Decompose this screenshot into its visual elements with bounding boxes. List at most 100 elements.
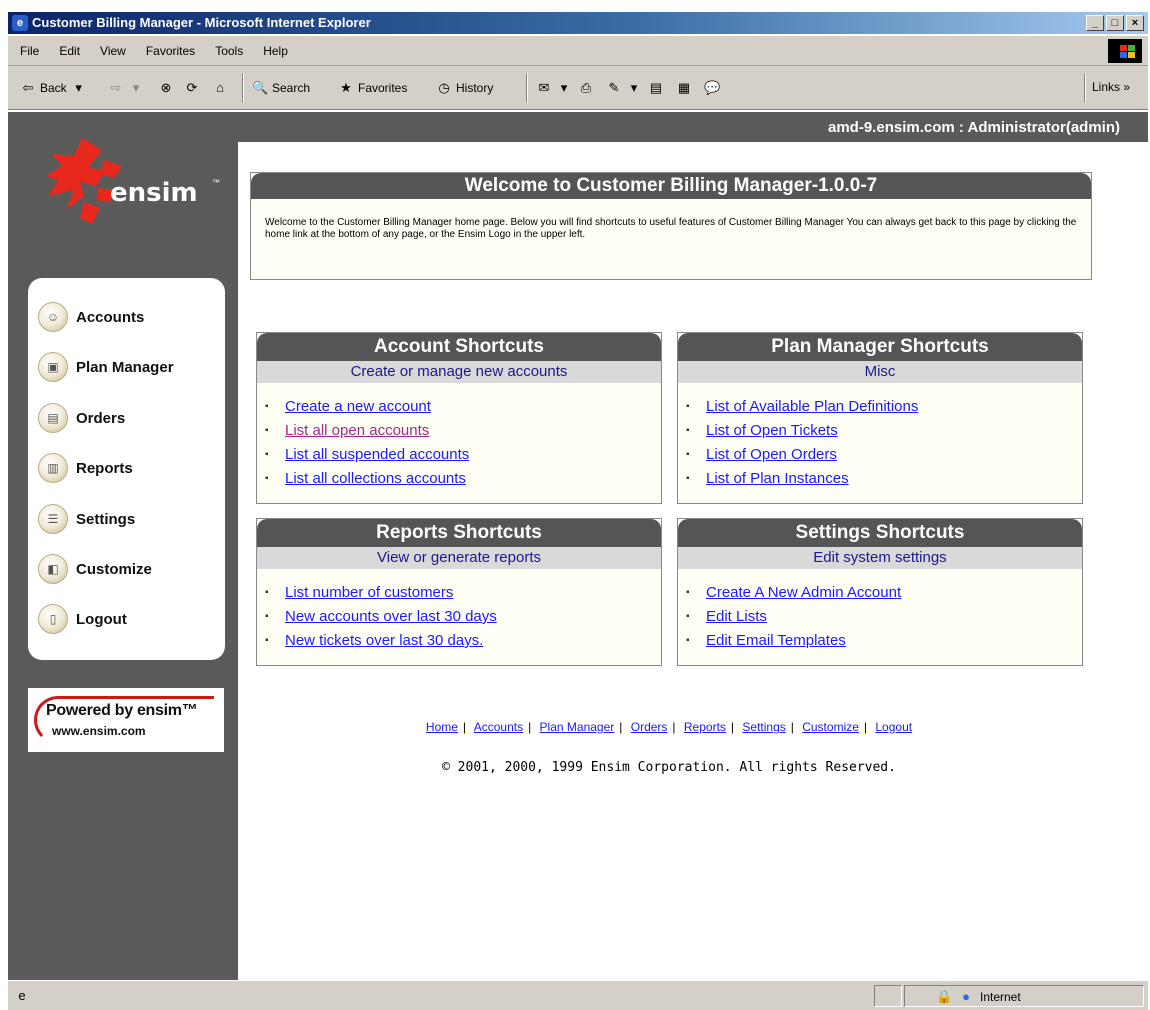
reports-icon: ▥ bbox=[38, 453, 68, 483]
history-label: History bbox=[456, 81, 494, 95]
list-item: ▪ List all collections accounts bbox=[265, 467, 661, 491]
favorites-button[interactable]: ★ Favorites bbox=[338, 80, 407, 96]
nav-item-accounts[interactable]: ☺ Accounts bbox=[38, 298, 144, 336]
bullet: ▪ bbox=[686, 449, 690, 460]
close-button[interactable]: × bbox=[1126, 15, 1144, 31]
favorites-label: Favorites bbox=[358, 81, 408, 95]
nav-label: Settings bbox=[76, 510, 136, 528]
footer-separator: | bbox=[790, 720, 794, 734]
related-button[interactable]: ▦ bbox=[676, 80, 692, 96]
powered-line2: www.ensim.com bbox=[52, 724, 146, 738]
box-title: Account Shortcuts bbox=[257, 333, 661, 361]
link-create-admin-account[interactable]: Create A New Admin Account bbox=[706, 581, 901, 605]
link-number-of-customers[interactable]: List number of customers bbox=[285, 581, 453, 605]
link-plan-definitions[interactable]: List of Available Plan Definitions bbox=[706, 395, 918, 419]
list-item: ▪ List of Open Tickets bbox=[686, 419, 1082, 443]
link-list-collections-accounts[interactable]: List all collections accounts bbox=[285, 467, 466, 491]
nav-item-logout[interactable]: ▯ Logout bbox=[38, 600, 127, 638]
footer-link-home[interactable]: Home bbox=[426, 720, 458, 734]
discuss-button[interactable]: ▤ bbox=[648, 80, 664, 96]
link-list-suspended-accounts[interactable]: List all suspended accounts bbox=[285, 443, 469, 467]
toolbar-separator bbox=[526, 74, 528, 102]
print-button[interactable]: ⎙ bbox=[578, 80, 594, 96]
settings-shortcuts-box: Settings Shortcuts Edit system settings … bbox=[677, 518, 1083, 666]
search-button[interactable]: 🔍 Search bbox=[252, 80, 310, 96]
link-list-open-accounts[interactable]: List all open accounts bbox=[285, 419, 429, 443]
list-item: ▪ Create A New Admin Account bbox=[686, 581, 1082, 605]
refresh-button[interactable]: ⟳ bbox=[184, 80, 200, 96]
plan-manager-shortcuts-box: Plan Manager Shortcuts Misc ▪ List of Ava… bbox=[677, 332, 1083, 504]
back-button[interactable]: ⇦ Back ▾ bbox=[20, 80, 87, 96]
settings-icon: ☰ bbox=[38, 504, 68, 534]
links-button[interactable]: Links » bbox=[1092, 80, 1130, 94]
plan-manager-icon: ▣ bbox=[38, 352, 68, 382]
dropdown-icon: ▾ bbox=[75, 80, 82, 95]
home-icon: ⌂ bbox=[216, 80, 224, 95]
history-button[interactable]: ◷ History bbox=[436, 80, 493, 96]
maximize-button[interactable]: □ bbox=[1106, 15, 1124, 31]
link-new-accounts-30-days[interactable]: New accounts over last 30 days bbox=[285, 605, 497, 629]
nav-item-plan-manager[interactable]: ▣ Plan Manager bbox=[38, 348, 174, 386]
link-create-account[interactable]: Create a new account bbox=[285, 395, 431, 419]
link-open-tickets[interactable]: List of Open Tickets bbox=[706, 419, 838, 443]
link-edit-lists[interactable]: Edit Lists bbox=[706, 605, 767, 629]
link-edit-email-templates[interactable]: Edit Email Templates bbox=[706, 629, 846, 653]
list-item: ▪ New accounts over last 30 days bbox=[265, 605, 661, 629]
menu-file[interactable]: File bbox=[20, 44, 39, 58]
nav-item-orders[interactable]: ▤ Orders bbox=[38, 399, 125, 437]
history-icon: ◷ bbox=[438, 80, 450, 95]
powered-by-ensim[interactable]: Powered by ensim™ www.ensim.com bbox=[28, 688, 224, 752]
windows-logo-icon bbox=[1108, 39, 1142, 63]
footer-link-plan-manager[interactable]: Plan Manager bbox=[540, 720, 615, 734]
home-button[interactable]: ⌂ bbox=[212, 80, 228, 96]
welcome-box: Welcome to Customer Billing Manager-1.0.… bbox=[250, 172, 1092, 280]
edit-button[interactable]: ✎ ▾ bbox=[606, 80, 642, 96]
menu-favorites[interactable]: Favorites bbox=[146, 44, 195, 58]
bullet: ▪ bbox=[686, 635, 690, 646]
ie-icon: e bbox=[12, 15, 28, 31]
link-plan-instances[interactable]: List of Plan Instances bbox=[706, 467, 849, 491]
status-cell bbox=[874, 985, 902, 1007]
nav-label: Orders bbox=[76, 409, 126, 427]
footer-link-accounts[interactable]: Accounts bbox=[474, 720, 523, 734]
bullet: ▪ bbox=[686, 587, 690, 598]
nav-item-customize[interactable]: ◧ Customize bbox=[38, 550, 152, 588]
footer-link-logout[interactable]: Logout bbox=[875, 720, 912, 734]
browser-toolbar: ⇦ Back ▾ ⇨ ▾ ⊗ ⟳ ⌂ 🔍 Search ★ Favorites … bbox=[8, 66, 1148, 110]
menu-edit[interactable]: Edit bbox=[59, 44, 80, 58]
status-bar: e 🔒 ● Internet bbox=[8, 980, 1148, 1010]
nav-item-settings[interactable]: ☰ Settings bbox=[38, 500, 135, 538]
top-band: amd-9.ensim.com : Administrator(admin) bbox=[238, 112, 1148, 142]
footer-separator: | bbox=[863, 720, 868, 734]
accounts-icon: ☺ bbox=[38, 302, 68, 332]
mail-button[interactable]: ✉ ▾ bbox=[536, 80, 572, 96]
minimize-button[interactable]: _ bbox=[1086, 15, 1104, 31]
footer-link-reports[interactable]: Reports bbox=[684, 720, 726, 734]
footer-link-customize[interactable]: Customize bbox=[802, 720, 859, 734]
toolbar-separator bbox=[242, 74, 244, 102]
menu-view[interactable]: View bbox=[100, 44, 126, 58]
link-new-tickets-30-days[interactable]: New tickets over last 30 days. bbox=[285, 629, 483, 653]
footer-link-orders[interactable]: Orders bbox=[631, 720, 668, 734]
menu-help[interactable]: Help bbox=[263, 44, 288, 58]
reports-shortcuts-box: Reports Shortcuts View or generate repor… bbox=[256, 518, 662, 666]
messenger-button[interactable]: 💬 bbox=[704, 80, 720, 96]
stop-button[interactable]: ⊗ bbox=[158, 80, 174, 96]
menu-tools[interactable]: Tools bbox=[215, 44, 243, 58]
footer-separator: | bbox=[730, 720, 735, 734]
bullet: ▪ bbox=[686, 611, 690, 622]
nav-item-reports[interactable]: ▥ Reports bbox=[38, 449, 133, 487]
list-item: ▪ List of Available Plan Definitions bbox=[686, 395, 1082, 419]
bullet: ▪ bbox=[265, 401, 269, 412]
list-item: ▪ List of Plan Instances bbox=[686, 467, 1082, 491]
forward-arrow-icon: ⇨ bbox=[110, 80, 122, 95]
link-open-orders[interactable]: List of Open Orders bbox=[706, 443, 837, 467]
ensim-logo[interactable]: ensim ™ bbox=[44, 138, 224, 238]
nav-panel: ☺ Accounts ▣ Plan Manager ▤ Orders ▥ Rep… bbox=[28, 278, 225, 660]
footer-separator: | bbox=[619, 720, 623, 734]
globe-icon: ● bbox=[962, 989, 970, 1004]
messenger-icon: 💬 bbox=[704, 80, 721, 95]
search-label: Search bbox=[272, 81, 311, 95]
forward-button[interactable]: ⇨ ▾ bbox=[108, 80, 144, 96]
footer-link-settings[interactable]: Settings bbox=[742, 720, 785, 734]
